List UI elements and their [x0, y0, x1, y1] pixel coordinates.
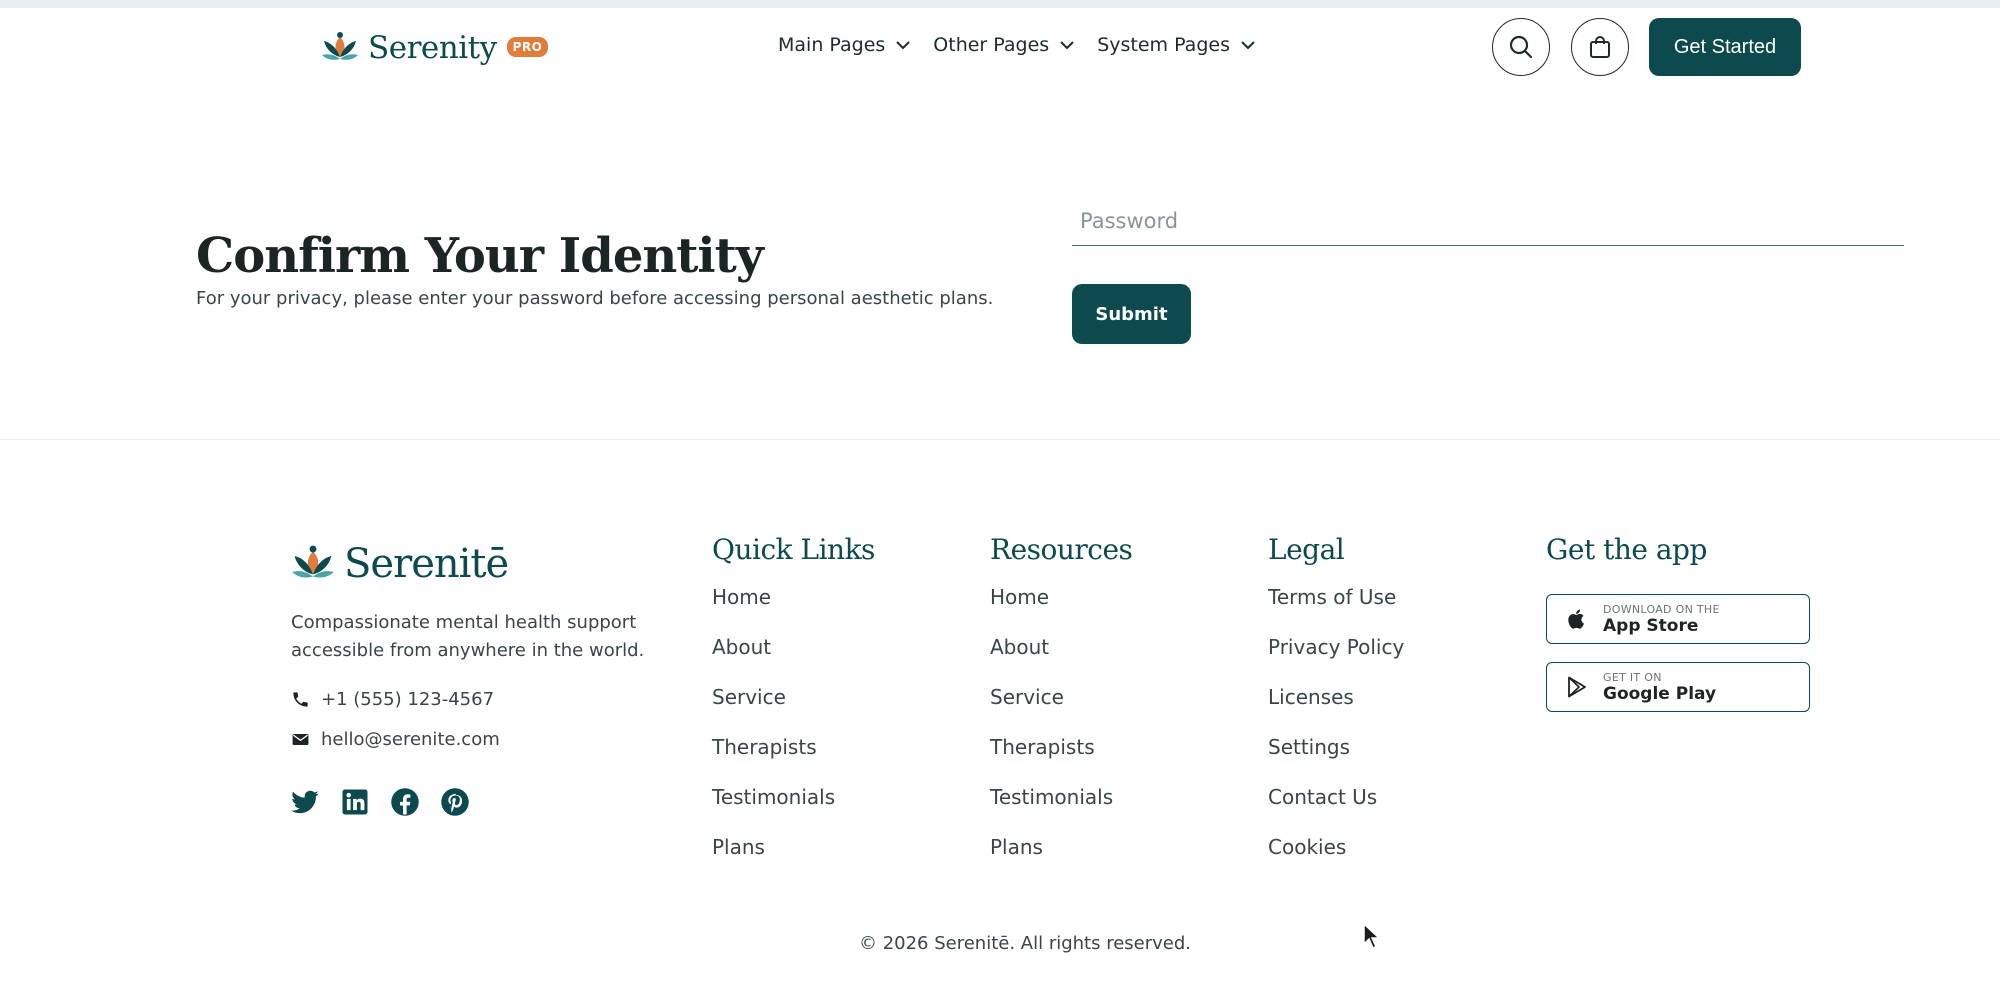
google-play-button[interactable]: GET IT ON Google Play: [1546, 662, 1810, 712]
apple-icon: [1568, 609, 1584, 629]
google-play-icon: [1568, 676, 1586, 698]
pinterest-icon: [441, 788, 469, 816]
column-title: Quick Links: [712, 533, 875, 566]
footer-link[interactable]: Service: [712, 682, 875, 732]
top-strip: [0, 0, 2000, 8]
footer-phone[interactable]: +1 (555) 123-4567: [291, 689, 494, 710]
submit-button[interactable]: Submit: [1072, 284, 1191, 344]
footer-link[interactable]: Terms of Use: [1268, 582, 1404, 632]
footer-link[interactable]: Home: [990, 582, 1132, 632]
footer-link[interactable]: Testimonials: [990, 782, 1132, 832]
linkedin-link[interactable]: [340, 787, 370, 817]
site-header: Serenity PRO Main Pages Other Pages Syst…: [0, 8, 2000, 86]
page-subtitle: For your privacy, please enter your pass…: [196, 288, 994, 309]
footer-brand-logo[interactable]: Serenitē: [290, 541, 509, 587]
column-title: Legal: [1268, 533, 1345, 566]
column-title: Get the app: [1546, 533, 1707, 566]
footer-link[interactable]: Contact Us: [1268, 782, 1404, 832]
chevron-down-icon: [1060, 41, 1074, 50]
search-button[interactable]: [1492, 18, 1550, 76]
cart-button[interactable]: [1571, 18, 1629, 76]
footer-legal: Legal Terms of Use Privacy Policy Licens…: [1268, 533, 1404, 882]
lotus-logo-icon: [322, 32, 358, 60]
nav-label: System Pages: [1097, 34, 1230, 56]
app-store-button[interactable]: DOWNLOAD ON THE App Store: [1546, 594, 1810, 644]
chevron-down-icon: [1241, 41, 1255, 50]
footer-link[interactable]: Plans: [712, 832, 875, 882]
chevron-down-icon: [896, 41, 911, 50]
store-caption: GET IT ON: [1603, 670, 1662, 684]
footer-link[interactable]: Privacy Policy: [1268, 632, 1404, 682]
nav-main-pages[interactable]: Main Pages: [778, 34, 911, 56]
lotus-logo-icon: [292, 545, 334, 578]
linkedin-icon: [342, 789, 368, 815]
pro-badge: PRO: [506, 37, 549, 57]
twitter-link[interactable]: [290, 787, 320, 817]
confirm-identity-section: Confirm Your Identity For your privacy, …: [0, 86, 2000, 440]
footer-link[interactable]: About: [990, 632, 1132, 682]
store-name: App Store: [1603, 615, 1699, 636]
footer-link[interactable]: Plans: [990, 832, 1132, 882]
envelope-icon: [292, 733, 309, 746]
page-title: Confirm Your Identity: [196, 228, 764, 284]
footer-link[interactable]: Cookies: [1268, 832, 1404, 882]
footer-link[interactable]: Licenses: [1268, 682, 1404, 732]
password-field-wrapper: [1072, 196, 1904, 246]
facebook-icon: [391, 788, 419, 816]
email-address: hello@serenite.com: [321, 729, 500, 750]
store-name: Google Play: [1603, 683, 1717, 704]
brand-name: Serenity: [368, 30, 497, 66]
footer-email[interactable]: hello@serenite.com: [291, 729, 500, 750]
facebook-link[interactable]: [390, 787, 420, 817]
phone-number: +1 (555) 123-4567: [321, 689, 495, 710]
phone-icon: [293, 692, 308, 707]
search-icon: [1509, 35, 1533, 59]
pinterest-link[interactable]: [440, 787, 470, 817]
copyright: © 2026 Serenitē. All rights reserved.: [858, 933, 1192, 954]
nav-other-pages[interactable]: Other Pages: [933, 34, 1075, 56]
twitter-icon: [291, 790, 319, 814]
main-nav: Main Pages Other Pages System Pages: [778, 34, 1256, 56]
password-input[interactable]: [1072, 196, 1904, 245]
nav-system-pages[interactable]: System Pages: [1097, 34, 1256, 56]
store-caption: DOWNLOAD ON THE: [1603, 602, 1720, 616]
footer-link[interactable]: Therapists: [712, 732, 875, 782]
get-started-button[interactable]: Get Started: [1649, 18, 1801, 76]
shopping-bag-icon: [1590, 36, 1610, 58]
footer-tagline: Compassionate mental health support acce…: [291, 612, 645, 661]
nav-label: Other Pages: [933, 34, 1050, 56]
footer-link[interactable]: Home: [712, 582, 875, 632]
footer-link[interactable]: Testimonials: [712, 782, 875, 832]
footer-brand-name: Serenitē: [344, 541, 509, 587]
footer-quick-links: Quick Links Home About Service Therapist…: [712, 533, 875, 882]
column-title: Resources: [990, 533, 1133, 566]
mouse-cursor-icon: [1363, 922, 1381, 950]
footer-link[interactable]: Service: [990, 682, 1132, 732]
footer-link[interactable]: Settings: [1268, 732, 1404, 782]
footer-link[interactable]: About: [712, 632, 875, 682]
nav-label: Main Pages: [778, 34, 886, 56]
footer-get-app: Get the app DOWNLOAD ON THE App Store GE…: [1546, 533, 1810, 730]
brand-logo[interactable]: Serenity PRO: [320, 30, 549, 66]
social-links: [290, 787, 470, 817]
footer-resources: Resources Home About Service Therapists …: [990, 533, 1133, 882]
footer-link[interactable]: Therapists: [990, 732, 1132, 782]
site-footer: Serenitē Compassionate mental health sup…: [0, 441, 2000, 1000]
